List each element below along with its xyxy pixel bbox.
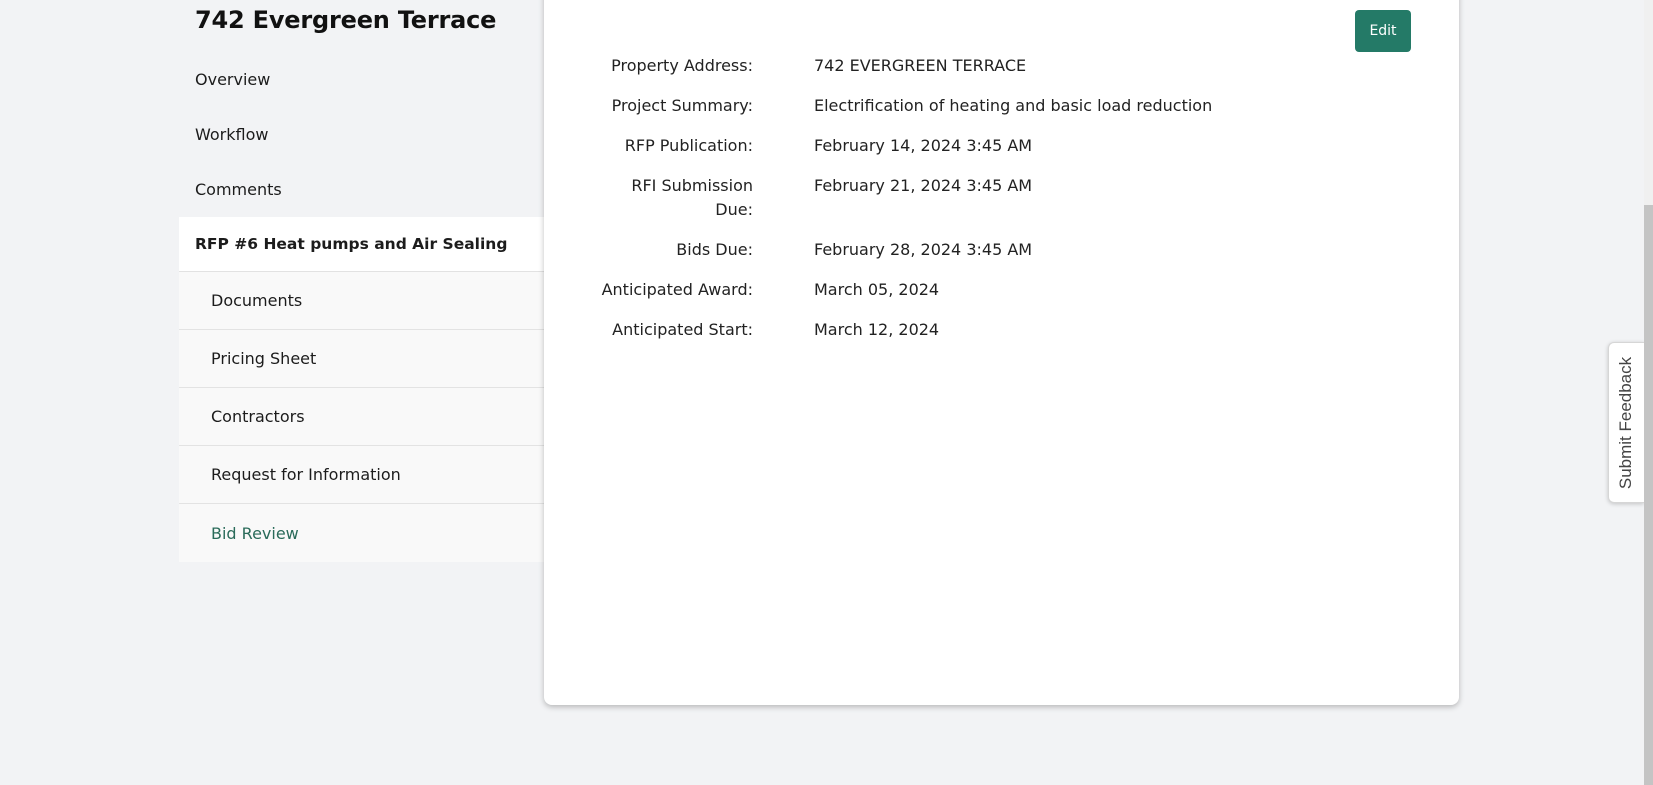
page-title: 742 Evergreen Terrace bbox=[195, 6, 497, 34]
detail-value: February 21, 2024 3:45 AM bbox=[814, 176, 1033, 195]
sub-nav-contractors[interactable]: Contractors bbox=[179, 388, 544, 446]
page: 742 Evergreen Terrace Overview Workflow … bbox=[0, 0, 1653, 785]
scrollbar-track[interactable] bbox=[1644, 0, 1653, 785]
detail-label: Bids Due: bbox=[676, 240, 753, 259]
detail-label: Property Address: bbox=[611, 56, 753, 75]
nav-item-workflow[interactable]: Workflow bbox=[179, 107, 544, 162]
project-nav: Overview Workflow Comments RFP #6 Heat p… bbox=[179, 52, 544, 562]
detail-label: RFP Publication: bbox=[624, 136, 753, 155]
detail-value: March 12, 2024 bbox=[814, 320, 940, 339]
detail-label: RFI Submission Due: bbox=[631, 176, 753, 219]
detail-label: Anticipated Start: bbox=[612, 320, 753, 339]
nav-item-comments[interactable]: Comments bbox=[179, 162, 544, 217]
detail-value: March 05, 2024 bbox=[814, 280, 940, 299]
nav-item-rfp[interactable]: RFP #6 Heat pumps and Air Sealing bbox=[179, 217, 544, 272]
sub-nav-request-for-information[interactable]: Request for Information bbox=[179, 446, 544, 504]
submit-feedback-tab[interactable]: Submit Feedback bbox=[1608, 342, 1644, 503]
detail-value: February 28, 2024 3:45 AM bbox=[814, 240, 1033, 259]
sub-nav-documents[interactable]: Documents bbox=[179, 272, 544, 330]
sub-nav-bid-review[interactable]: Bid Review bbox=[179, 504, 544, 562]
rfp-details-card: Edit Property Address: 742 EVERGREEN TER… bbox=[544, 0, 1459, 705]
detail-label: Project Summary: bbox=[611, 96, 753, 115]
nav-item-overview[interactable]: Overview bbox=[179, 52, 544, 107]
submit-feedback-label: Submit Feedback bbox=[1616, 356, 1636, 489]
detail-label: Anticipated Award: bbox=[601, 280, 753, 299]
detail-value: Electrification of heating and basic loa… bbox=[814, 96, 1213, 115]
edit-button[interactable]: Edit bbox=[1355, 10, 1411, 52]
detail-value: 742 EVERGREEN TERRACE bbox=[814, 56, 1027, 75]
scrollbar-thumb[interactable] bbox=[1644, 205, 1653, 785]
detail-value: February 14, 2024 3:45 AM bbox=[814, 136, 1033, 155]
sub-nav-pricing-sheet[interactable]: Pricing Sheet bbox=[179, 330, 544, 388]
